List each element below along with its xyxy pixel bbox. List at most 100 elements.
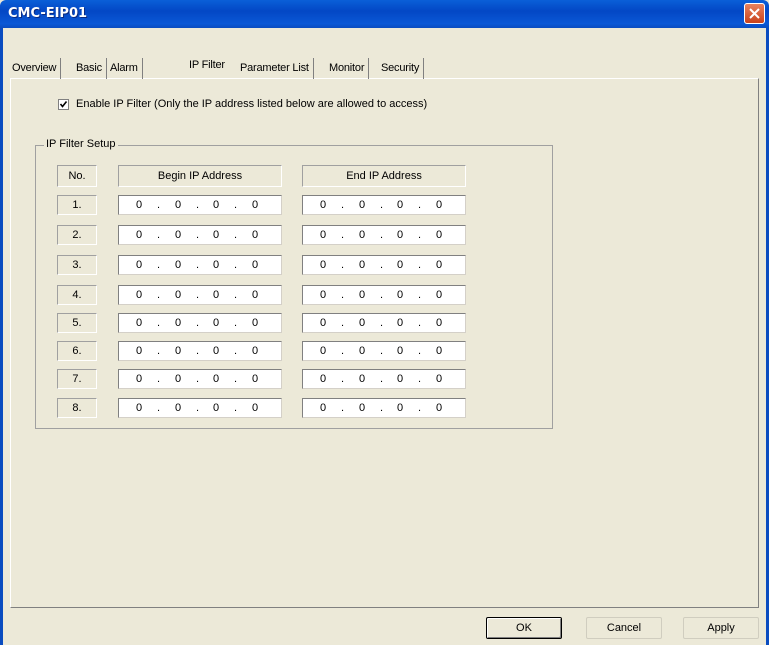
tab-security[interactable]: Security xyxy=(377,58,425,79)
ip-octet[interactable]: 0 xyxy=(127,373,151,385)
ip-octet[interactable]: 0 xyxy=(204,259,228,271)
ip-octet[interactable]: 0 xyxy=(427,317,451,329)
title-bar[interactable]: CMC-EIP01 xyxy=(0,0,769,28)
ip-octet[interactable]: 0 xyxy=(166,345,190,357)
ip-octet[interactable]: 0 xyxy=(427,259,451,271)
ip-separator: . xyxy=(341,317,345,329)
ip-octet[interactable]: 0 xyxy=(388,259,412,271)
begin-ip-input[interactable]: 0. 0. 0. 0 xyxy=(118,225,282,245)
begin-ip-input[interactable]: 0. 0. 0. 0 xyxy=(118,398,282,418)
row-number: 4. xyxy=(57,285,97,305)
tab-basic[interactable]: Basic xyxy=(72,58,107,79)
ip-octet[interactable]: 0 xyxy=(350,289,374,301)
ip-octet[interactable]: 0 xyxy=(427,402,451,414)
ip-octet[interactable]: 0 xyxy=(311,229,335,241)
ip-separator: . xyxy=(157,199,161,211)
begin-ip-input[interactable]: 0. 0. 0. 0 xyxy=(118,195,282,215)
begin-ip-input[interactable]: 0. 0. 0. 0 xyxy=(118,341,282,361)
cancel-button[interactable]: Cancel xyxy=(586,617,662,639)
ip-octet[interactable]: 0 xyxy=(427,289,451,301)
end-ip-input[interactable]: 0. 0. 0. 0 xyxy=(302,341,466,361)
ip-octet[interactable]: 0 xyxy=(243,229,267,241)
ip-octet[interactable]: 0 xyxy=(127,199,151,211)
begin-ip-input[interactable]: 0. 0. 0. 0 xyxy=(118,369,282,389)
ip-octet[interactable]: 0 xyxy=(388,402,412,414)
apply-button[interactable]: Apply xyxy=(683,617,759,639)
end-ip-input[interactable]: 0. 0. 0. 0 xyxy=(302,255,466,275)
ip-octet[interactable]: 0 xyxy=(350,373,374,385)
ip-octet[interactable]: 0 xyxy=(166,199,190,211)
ip-octet[interactable]: 0 xyxy=(166,373,190,385)
ip-octet[interactable]: 0 xyxy=(350,317,374,329)
ip-octet[interactable]: 0 xyxy=(243,373,267,385)
ip-octet[interactable]: 0 xyxy=(243,259,267,271)
ip-octet[interactable]: 0 xyxy=(427,345,451,357)
ip-octet[interactable]: 0 xyxy=(350,229,374,241)
ip-octet[interactable]: 0 xyxy=(388,199,412,211)
end-ip-input[interactable]: 0. 0. 0. 0 xyxy=(302,285,466,305)
tab-parameter-list[interactable]: Parameter List xyxy=(236,58,314,79)
enable-ip-filter-checkbox[interactable] xyxy=(58,99,69,110)
ip-octet[interactable]: 0 xyxy=(311,289,335,301)
ip-octet[interactable]: 0 xyxy=(127,259,151,271)
ip-octet[interactable]: 0 xyxy=(166,229,190,241)
ip-octet[interactable]: 0 xyxy=(204,373,228,385)
ip-octet[interactable]: 0 xyxy=(166,289,190,301)
ip-octet[interactable]: 0 xyxy=(427,373,451,385)
tab-alarm[interactable]: Alarm xyxy=(106,58,143,79)
tab-monitor[interactable]: Monitor xyxy=(325,58,370,79)
ip-octet[interactable]: 0 xyxy=(127,402,151,414)
ip-octet[interactable]: 0 xyxy=(350,402,374,414)
ip-octet[interactable]: 0 xyxy=(388,373,412,385)
ip-octet[interactable]: 0 xyxy=(311,345,335,357)
ip-octet[interactable]: 0 xyxy=(127,229,151,241)
ip-octet[interactable]: 0 xyxy=(350,199,374,211)
ip-separator: . xyxy=(380,317,384,329)
ip-octet[interactable]: 0 xyxy=(243,345,267,357)
ip-octet[interactable]: 0 xyxy=(427,199,451,211)
ip-octet[interactable]: 0 xyxy=(311,259,335,271)
ip-octet[interactable]: 0 xyxy=(388,229,412,241)
ip-octet[interactable]: 0 xyxy=(127,317,151,329)
begin-ip-input[interactable]: 0. 0. 0. 0 xyxy=(118,285,282,305)
end-ip-input[interactable]: 0. 0. 0. 0 xyxy=(302,398,466,418)
ip-octet[interactable]: 0 xyxy=(243,402,267,414)
ip-octet[interactable]: 0 xyxy=(204,199,228,211)
ip-octet[interactable]: 0 xyxy=(388,289,412,301)
ip-octet[interactable]: 0 xyxy=(311,402,335,414)
ip-octet[interactable]: 0 xyxy=(127,289,151,301)
end-ip-input[interactable]: 0. 0. 0. 0 xyxy=(302,195,466,215)
tab-ip-filter[interactable]: IP Filter xyxy=(185,54,229,79)
end-ip-input[interactable]: 0. 0. 0. 0 xyxy=(302,225,466,245)
ok-button[interactable]: OK xyxy=(486,617,562,639)
ip-octet[interactable]: 0 xyxy=(204,402,228,414)
tab-overview[interactable]: Overview xyxy=(8,58,62,79)
end-ip-input[interactable]: 0. 0. 0. 0 xyxy=(302,313,466,333)
begin-ip-input[interactable]: 0. 0. 0. 0 xyxy=(118,255,282,275)
ip-octet[interactable]: 0 xyxy=(311,199,335,211)
ip-octet[interactable]: 0 xyxy=(243,199,267,211)
header-end-label: End IP Address xyxy=(346,170,422,182)
ip-octet[interactable]: 0 xyxy=(350,259,374,271)
ip-octet[interactable]: 0 xyxy=(311,373,335,385)
tab-label: Alarm xyxy=(110,62,138,74)
ip-octet[interactable]: 0 xyxy=(166,402,190,414)
ip-octet[interactable]: 0 xyxy=(166,259,190,271)
ip-octet[interactable]: 0 xyxy=(204,229,228,241)
begin-ip-input[interactable]: 0. 0. 0. 0 xyxy=(118,313,282,333)
ip-octet[interactable]: 0 xyxy=(388,317,412,329)
ip-octet[interactable]: 0 xyxy=(311,317,335,329)
ip-octet[interactable]: 0 xyxy=(204,317,228,329)
close-button[interactable] xyxy=(744,3,765,24)
ip-octet[interactable]: 0 xyxy=(243,317,267,329)
ip-octet[interactable]: 0 xyxy=(388,345,412,357)
end-ip-input[interactable]: 0. 0. 0. 0 xyxy=(302,369,466,389)
ip-octet[interactable]: 0 xyxy=(243,289,267,301)
ip-octet[interactable]: 0 xyxy=(127,345,151,357)
ip-octet[interactable]: 0 xyxy=(350,345,374,357)
tab-label: Monitor xyxy=(329,62,365,74)
ip-octet[interactable]: 0 xyxy=(427,229,451,241)
ip-octet[interactable]: 0 xyxy=(204,289,228,301)
ip-octet[interactable]: 0 xyxy=(166,317,190,329)
ip-octet[interactable]: 0 xyxy=(204,345,228,357)
